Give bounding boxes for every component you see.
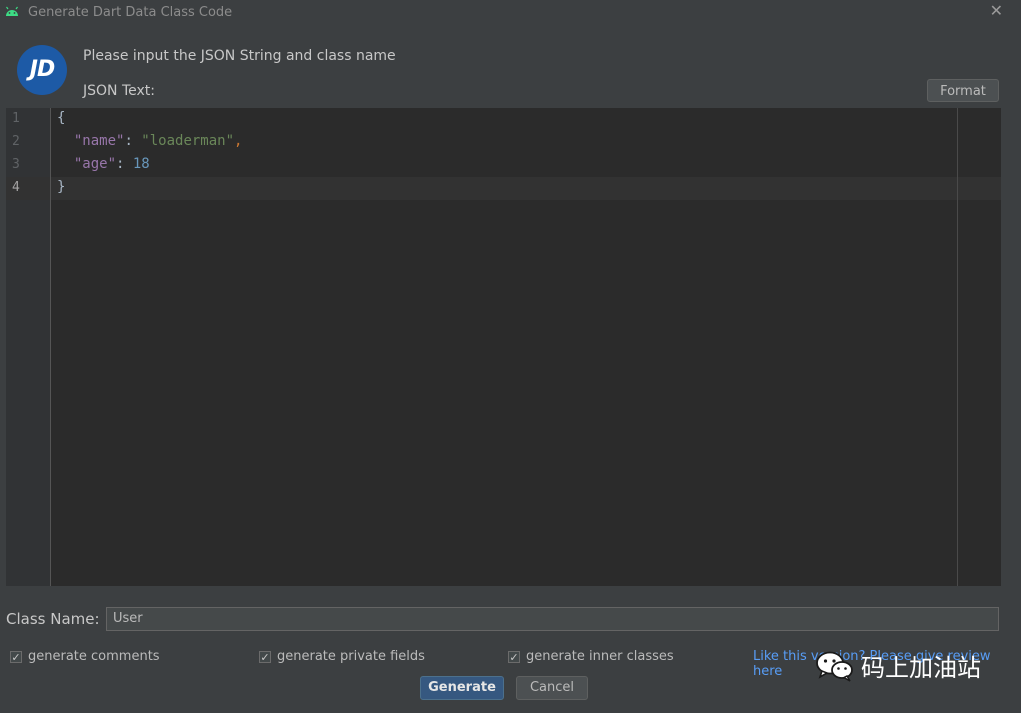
json-text-label: JSON Text: <box>83 83 155 99</box>
prompt-text: Please input the JSON String and class n… <box>83 48 396 64</box>
checkbox-icon[interactable]: ✓ <box>508 650 520 663</box>
cancel-button[interactable]: Cancel <box>516 676 588 700</box>
close-icon[interactable]: ✕ <box>990 1 1003 20</box>
option-generate-private-fields[interactable]: ✓ generate private fields <box>259 649 425 664</box>
option-label: generate private fields <box>277 649 425 664</box>
option-generate-comments[interactable]: ✓ generate comments <box>10 649 160 664</box>
watermark: 码上加油站 <box>815 648 981 683</box>
line-number: 2 <box>12 134 20 149</box>
format-button[interactable]: Format <box>927 79 999 102</box>
checkbox-icon[interactable]: ✓ <box>259 650 271 663</box>
option-label: generate comments <box>28 649 160 664</box>
window-title: Generate Dart Data Class Code <box>28 5 233 20</box>
class-name-input[interactable]: User <box>106 607 999 631</box>
code-line: "age": 18 <box>73 156 150 172</box>
line-number: 3 <box>12 157 20 172</box>
android-icon <box>6 6 18 16</box>
gutter-divider <box>50 108 51 586</box>
code-line: { <box>57 110 66 126</box>
code-line: "name": "loaderman", <box>73 133 243 149</box>
wechat-icon <box>816 651 853 682</box>
watermark-text: 码上加油站 <box>861 654 981 682</box>
class-name-label: Class Name: <box>6 610 100 628</box>
option-label: generate inner classes <box>526 649 674 664</box>
option-generate-inner-classes[interactable]: ✓ generate inner classes <box>508 649 674 664</box>
generate-button[interactable]: Generate <box>420 676 504 700</box>
line-number: 1 <box>12 111 20 126</box>
current-line-highlight <box>6 177 1001 200</box>
jd-logo: JD <box>17 45 67 95</box>
checkbox-icon[interactable]: ✓ <box>10 650 22 663</box>
line-number: 4 <box>12 180 20 195</box>
title-bar: Generate Dart Data Class Code ✕ <box>0 0 1021 26</box>
right-margin-guide <box>957 108 958 586</box>
code-line: } <box>57 179 66 195</box>
json-editor[interactable]: 1 2 3 4 { "name": "loaderman", "age": 18… <box>6 108 1001 586</box>
